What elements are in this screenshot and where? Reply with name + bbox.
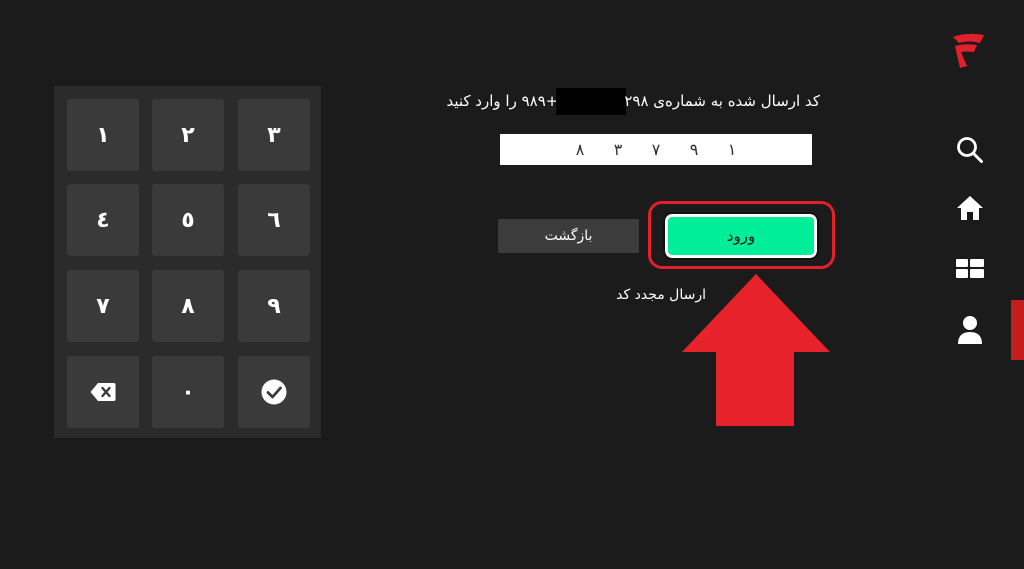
redacted-phone — [556, 88, 627, 115]
key-4[interactable]: ٤ — [67, 184, 139, 256]
key-confirm[interactable] — [238, 356, 310, 428]
key-2[interactable]: ٢ — [152, 99, 224, 171]
key-6[interactable]: ٦ — [238, 184, 310, 256]
key-1[interactable]: ١ — [67, 99, 139, 171]
home-icon[interactable] — [956, 195, 984, 221]
backspace-icon — [90, 383, 116, 401]
key-8[interactable]: ٨ — [152, 270, 224, 342]
verification-code-input[interactable]: ١ ٩ ٧ ٣ ٨ — [500, 134, 812, 165]
login-button-label: ورود — [726, 227, 756, 245]
logo-icon — [953, 33, 984, 68]
key-0[interactable]: ٠ — [152, 356, 224, 428]
code-digit: ١ — [727, 140, 737, 159]
code-digit: ٧ — [651, 140, 661, 159]
key-9[interactable]: ٩ — [238, 270, 310, 342]
numeric-keypad: ١ ٢ ٣ ٤ ٥ ٦ ٧ ٨ ٩ ٠ — [54, 86, 321, 438]
login-screen: ١ ٢ ٣ ٤ ٥ ٦ ٧ ٨ ٩ ٠ کد ارسال شده به شمار… — [0, 0, 1024, 569]
code-digit: ٨ — [575, 140, 585, 159]
key-5[interactable]: ٥ — [152, 184, 224, 256]
login-button[interactable]: ورود — [663, 212, 819, 260]
key-3[interactable]: ٣ — [238, 99, 310, 171]
active-nav-indicator — [1011, 300, 1024, 360]
back-button-label: بازگشت — [544, 228, 593, 244]
code-instruction: کد ارسال شده به شماره‌ی ۲۹۸ +۹۸۹ را وارد … — [420, 88, 820, 115]
user-icon[interactable] — [956, 315, 984, 345]
categories-icon[interactable] — [956, 259, 984, 279]
search-icon[interactable] — [956, 136, 984, 164]
instruction-suffix: +۹۸۹ را وارد کنید — [446, 92, 559, 110]
key-backspace[interactable] — [67, 356, 139, 428]
annotation-arrow-icon — [682, 274, 830, 426]
back-button[interactable]: بازگشت — [498, 219, 639, 253]
check-icon — [261, 379, 287, 405]
code-digit: ٣ — [613, 140, 623, 159]
instruction-prefix: کد ارسال شده به شماره‌ی ۲۹۸ — [624, 92, 820, 110]
key-7[interactable]: ٧ — [67, 270, 139, 342]
code-digit: ٩ — [689, 140, 699, 159]
